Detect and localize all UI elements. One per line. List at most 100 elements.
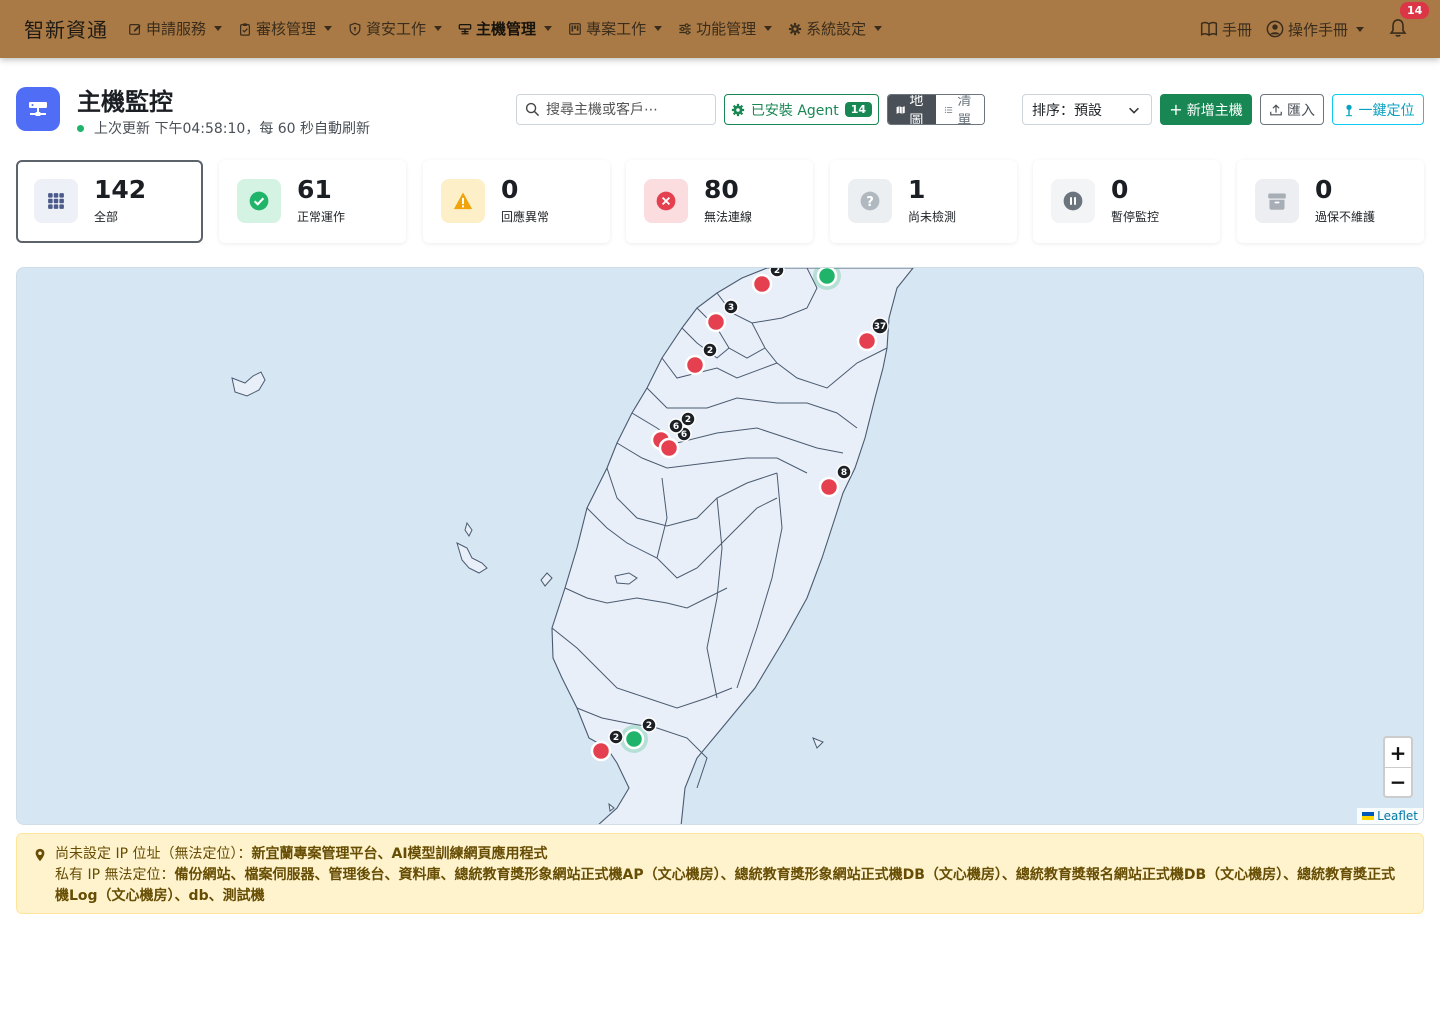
nav-function-management-label: 功能管理 <box>696 20 757 38</box>
user-circle-icon <box>1266 20 1284 38</box>
agent-count-badge: 14 <box>844 102 873 117</box>
search-input[interactable] <box>546 101 706 118</box>
auto-locate-label: 一鍵定位 <box>1358 102 1415 119</box>
stat-label: 正常運作 <box>297 210 346 224</box>
host-count-label: 2 <box>613 733 619 743</box>
top-navbar: 智新資通 申請服務 審核管理 資安工作 主機管理 專案工作 功能管理 系統設定 <box>0 0 1440 58</box>
stat-card-paused[interactable]: 0 暫停監控 <box>1033 160 1220 243</box>
sort-select-value: 排序：預設 <box>1032 102 1102 119</box>
host-count-label: 6 <box>681 430 687 440</box>
add-host-button[interactable]: + 新增主機 <box>1160 94 1252 125</box>
x-circle-icon <box>656 191 676 211</box>
nav-function-management[interactable]: 功能管理 <box>678 18 773 39</box>
ukraine-flag-icon <box>1362 812 1375 820</box>
stat-card-normal[interactable]: 61 正常運作 <box>219 160 406 243</box>
stat-card-unchecked[interactable]: ? 1 尚未檢測 <box>830 160 1017 243</box>
stat-icon-wrap <box>441 179 485 223</box>
pin-icon <box>1345 104 1352 116</box>
plus-icon: + <box>1169 100 1183 119</box>
host-marker-up[interactable]: 2 <box>620 717 657 753</box>
nav-review-management[interactable]: 審核管理 <box>238 18 333 39</box>
host-marker-down[interactable]: 37 <box>856 317 889 352</box>
host-marker-down[interactable]: 2 <box>751 268 785 295</box>
stat-icon-wrap <box>1255 179 1299 223</box>
stat-value: 0 <box>1111 175 1129 204</box>
pencil-square-icon <box>129 23 141 35</box>
add-host-label: 新增主機 <box>1186 102 1243 119</box>
host-marker-down[interactable]: 2 <box>684 342 718 376</box>
nav-system-settings-label: 系統設定 <box>806 20 867 38</box>
attribution-label: Leaflet <box>1377 809 1418 823</box>
pause-circle-icon <box>1063 191 1083 211</box>
caret-down-icon <box>1356 26 1364 32</box>
check-circle-icon <box>249 191 269 211</box>
notice-private-ip-label: 私有 IP 無法定位： <box>55 867 175 883</box>
auto-locate-button[interactable]: 一鍵定位 <box>1332 94 1424 125</box>
sort-select[interactable]: 排序：預設 <box>1022 94 1152 125</box>
question-circle-icon: ? <box>860 191 880 211</box>
host-count-label: 2 <box>774 268 780 276</box>
caret-down-icon <box>544 26 553 31</box>
nav-right: 手冊 操作手冊 14 <box>1200 0 1432 40</box>
live-status-dot <box>77 124 84 132</box>
zoom-in-button[interactable]: + <box>1385 738 1411 767</box>
host-marker-down[interactable]: 2 <box>590 729 624 762</box>
user-menu[interactable]: 操作手冊 <box>1266 19 1364 40</box>
warning-triangle-icon <box>453 192 473 210</box>
host-marker-down[interactable]: 8 <box>818 464 852 498</box>
nav-apply-service-label: 申請服務 <box>146 20 207 38</box>
stat-value: 0 <box>1315 175 1333 204</box>
nav-project-work-label: 專案工作 <box>586 20 647 38</box>
stat-icon-wrap <box>237 179 281 223</box>
brand-name[interactable]: 智新資通 <box>24 14 108 43</box>
map-pin-icon <box>35 848 45 862</box>
gear-icon <box>788 22 802 35</box>
host-count-label: 37 <box>874 322 887 332</box>
nav-project-work[interactable]: 專案工作 <box>568 18 663 39</box>
list-view-button[interactable]: 清單 <box>936 95 984 124</box>
host-count-label: 8 <box>841 468 847 478</box>
archive-icon <box>1268 193 1286 210</box>
stat-card-all[interactable]: 142 全部 <box>16 160 203 243</box>
nav-system-settings[interactable]: 系統設定 <box>788 18 883 39</box>
nav-security-work[interactable]: 資安工作 <box>348 18 443 39</box>
host-count-label: 2 <box>707 346 713 356</box>
last-update-text: 上次更新 下午04:58:10，每 60 秒自動刷新 <box>94 121 371 137</box>
host-marker-down[interactable]: 3 <box>705 299 739 333</box>
import-label: 匯入 <box>1287 102 1315 119</box>
nav-host-management[interactable]: 主機管理 <box>458 18 553 39</box>
stat-value: 80 <box>704 175 739 204</box>
map-view-button[interactable]: 地圖 <box>888 95 936 124</box>
manual-link[interactable]: 手冊 <box>1200 19 1252 40</box>
import-button[interactable]: 匯入 <box>1260 94 1324 125</box>
host-count-label: 6 <box>673 422 679 432</box>
stat-card-warranty-expired[interactable]: 0 過保不維護 <box>1237 160 1424 243</box>
map-attribution[interactable]: Leaflet <box>1357 808 1423 824</box>
grid-icon <box>48 193 64 209</box>
caret-down-icon <box>434 26 443 31</box>
host-count-label: 2 <box>646 721 652 731</box>
installed-agent-label: 已安裝 Agent <box>750 102 839 119</box>
list-icon <box>944 106 953 113</box>
page-title: 主機監控 <box>77 88 173 116</box>
stat-label: 暫停監控 <box>1111 210 1160 224</box>
page-server-icon <box>16 87 60 131</box>
zoom-out-button[interactable]: − <box>1385 767 1411 796</box>
stat-label: 無法連線 <box>704 210 753 224</box>
host-map[interactable]: 2 3 37 2 2 6 6 8 2 2 + − Leaflet <box>16 267 1424 825</box>
host-marker-up[interactable] <box>813 268 841 290</box>
notifications-button[interactable]: 14 <box>1388 0 1432 40</box>
notice-no-ip-items: 新宜蘭專案管理平台、AI模型訓練網頁應用程式 <box>251 846 548 862</box>
user-menu-label: 操作手冊 <box>1287 20 1348 39</box>
nav-apply-service[interactable]: 申請服務 <box>128 18 223 39</box>
map-view-label: 地圖 <box>909 94 924 125</box>
manual-label: 手冊 <box>1221 20 1252 39</box>
stat-card-offline[interactable]: 80 無法連線 <box>626 160 813 243</box>
book-icon <box>1200 21 1218 37</box>
notice-line-no-ip: 尚未設定 IP 位址（無法定位）：新宜蘭專案管理平台、AI模型訓練網頁應用程式 <box>55 844 1405 865</box>
installed-agent-button[interactable]: 已安裝 Agent 14 <box>724 94 879 125</box>
search-box <box>516 94 716 125</box>
map-icon <box>896 105 905 114</box>
stat-card-abnormal[interactable]: 0 回應異常 <box>423 160 610 243</box>
kanban-icon <box>569 22 581 35</box>
